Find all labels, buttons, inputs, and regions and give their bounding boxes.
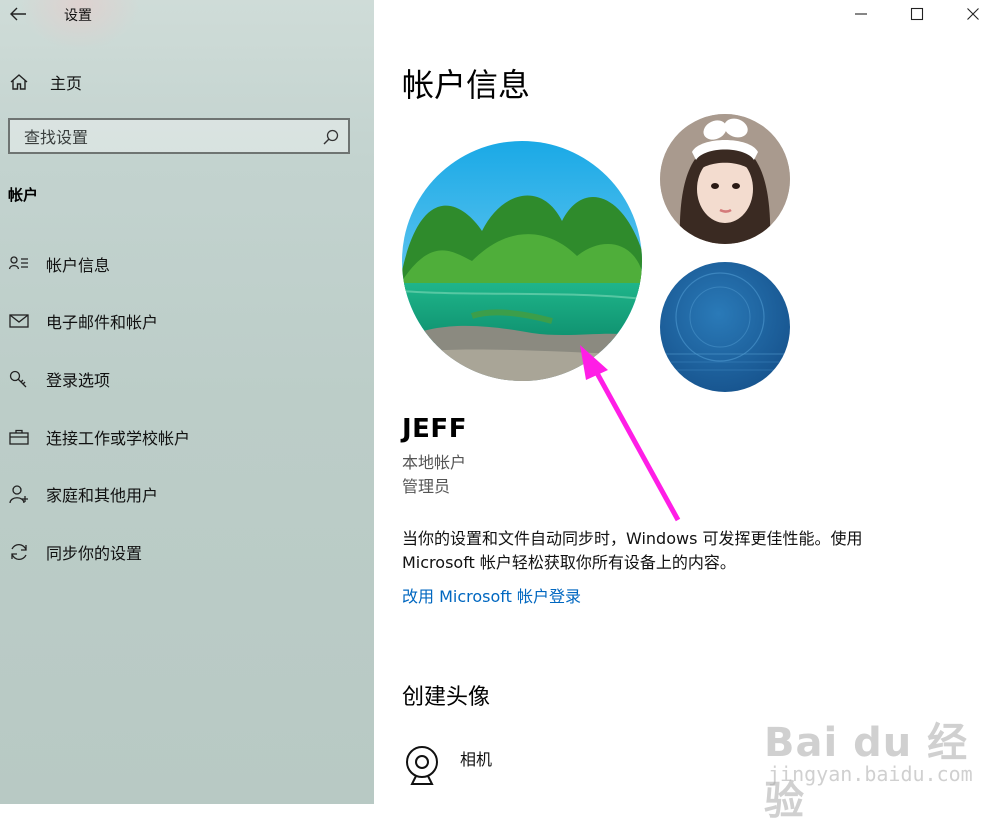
sync-icon [8, 541, 30, 563]
avatar-current [402, 141, 642, 381]
sidebar-item-sync[interactable]: 同步你的设置 [8, 539, 142, 565]
minimize-icon [855, 13, 867, 15]
watermark: Bai du 经验 jingyan.baidu.com [764, 690, 994, 824]
camera-icon [406, 746, 438, 785]
home-icon [10, 74, 28, 90]
sidebar-item-home[interactable]: 主页 [8, 70, 82, 94]
account-role: 管理员 [402, 477, 451, 496]
sidebar-item-account-info[interactable]: 帐户信息 [8, 251, 110, 277]
sidebar-item-label: 连接工作或学校帐户 [46, 429, 191, 448]
sidebar-item-work-school[interactable]: 连接工作或学校帐户 [8, 424, 190, 450]
user-name: JEFF [402, 414, 467, 444]
camera-label: 相机 [460, 750, 493, 769]
section-title: 帐户 [8, 186, 39, 204]
minimize-button[interactable] [849, 4, 873, 24]
sidebar-item-signin-options[interactable]: 登录选项 [8, 366, 110, 392]
briefcase-icon [8, 426, 30, 448]
sync-description: 当你的设置和文件自动同步时，Windows 可发挥更佳性能。使用 Microso… [402, 529, 863, 572]
person-list-icon [8, 253, 30, 275]
maximize-icon [910, 7, 924, 21]
sidebar-item-email[interactable]: 电子邮件和帐户 [8, 308, 158, 334]
sidebar-item-label: 家庭和其他用户 [46, 486, 159, 505]
watermark-url: jingyan.baidu.com [768, 762, 973, 786]
microsoft-signin-link[interactable]: 改用 Microsoft 帐户登录 [402, 583, 581, 607]
sidebar-item-label: 帐户信息 [46, 256, 111, 275]
app-title: 设置 [64, 8, 92, 24]
blue-pattern-avatar-image [660, 262, 790, 392]
sidebar-item-label: 电子邮件和帐户 [46, 313, 159, 332]
arrow-left-icon [10, 7, 26, 21]
camera-option[interactable]: 相机 [402, 742, 492, 790]
title-bar: 设置 [0, 0, 374, 30]
sidebar-item-label: 主页 [50, 74, 83, 93]
account-type: 本地帐户 [402, 453, 467, 472]
key-icon [8, 368, 30, 390]
search-input[interactable] [10, 120, 326, 154]
search-icon[interactable] [322, 128, 340, 146]
portrait-avatar-image [660, 114, 790, 244]
sidebar-item-label: 同步你的设置 [46, 544, 143, 563]
search-box [8, 118, 350, 154]
back-button[interactable] [8, 4, 30, 24]
mail-icon [8, 310, 30, 332]
close-icon [967, 8, 979, 20]
page-title: 帐户信息 [402, 66, 531, 104]
sidebar-item-label: 登录选项 [46, 371, 111, 390]
avatar-recent-blue[interactable] [660, 262, 790, 392]
maximize-button[interactable] [905, 4, 929, 24]
avatar-recent-photo[interactable] [660, 114, 790, 244]
close-button[interactable] [961, 4, 985, 24]
sidebar: 设置 主页 帐户 帐户信息 电子邮件 [0, 0, 374, 804]
create-avatar-heading: 创建头像 [402, 685, 491, 710]
person-add-icon [8, 483, 30, 505]
sidebar-item-family[interactable]: 家庭和其他用户 [8, 481, 158, 507]
landscape-avatar-image [402, 141, 642, 381]
